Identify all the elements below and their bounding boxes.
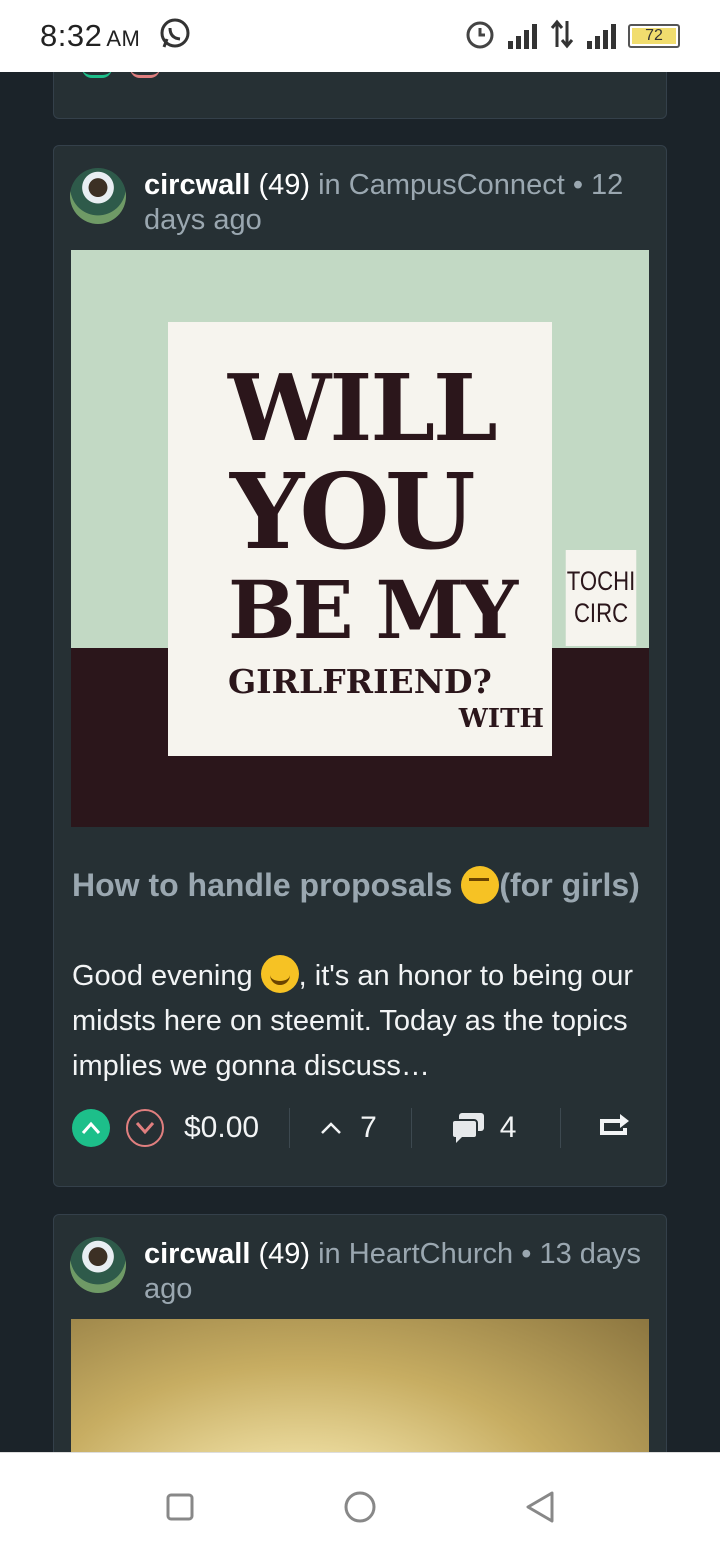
poster-line: BE MY [228,563,518,657]
clock-ampm: AM [106,26,141,51]
reblog-icon [600,1114,630,1135]
community-prefix: in [318,169,341,201]
thinking-face-icon [461,866,500,904]
navigation-bar [0,1452,720,1560]
vote-count: 7 [360,1111,377,1144]
poster-tag: TOCHI CIRC [565,550,637,646]
chevron-up-icon [81,1121,101,1134]
chevron-down-icon [135,1122,155,1135]
circle-icon [344,1491,376,1523]
recent-apps-button[interactable] [162,1489,198,1525]
post-header: circwall (49) in CampusConnect • 12 days… [70,168,650,238]
poster-line: WITH [458,704,544,734]
divider [289,1108,291,1148]
post-card-previous[interactable] [53,72,667,119]
post-card[interactable]: circwall (49) in CampusConnect • 12 days… [53,145,667,1187]
status-time: 8:32 AM [40,18,140,54]
divider [560,1108,562,1148]
poster-tag-line: CIRC [573,598,629,628]
community-link[interactable]: HeartChurch [349,1238,513,1270]
chevron-up-icon [321,1122,341,1134]
post-actions: $0.00 7 4 [72,1106,652,1150]
post-title[interactable]: How to handle proposals (for girls) [72,864,652,907]
post-thumbnail[interactable]: WILL YOU BE MY GIRLFRIEND? WITH TOCHI CI… [71,250,649,827]
upvote-icon[interactable] [82,72,112,78]
hplus-signal-icon [587,23,616,49]
downvote-button[interactable] [126,1109,164,1147]
feed[interactable]: circwall (49) in CampusConnect • 12 days… [0,72,720,1452]
meta-separator: • [521,1238,532,1270]
comments-button[interactable]: 4 [450,1111,517,1145]
payout-amount[interactable]: $0.00 [184,1111,259,1145]
poster-tag-line: TOCHI [566,566,636,596]
downvote-icon[interactable] [130,72,160,78]
divider [410,1108,412,1148]
square-icon [166,1493,194,1521]
data-transfer-icon [549,19,575,54]
back-triangle-icon [526,1491,554,1523]
poster-line: YOU [230,450,476,573]
poster-card: WILL YOU BE MY GIRLFRIEND? WITH [168,322,552,756]
community-link[interactable]: CampusConnect [349,169,565,201]
upvote-button[interactable] [72,1109,110,1147]
post-title-text: How to handle proposals [72,867,462,903]
home-button[interactable] [342,1489,378,1525]
post-meta: circwall (49) in HeartChurch • 13 days a… [144,1237,650,1307]
reblog-button[interactable] [599,1111,633,1145]
post-meta: circwall (49) in CampusConnect • 12 days… [144,168,650,238]
status-bar: 8:32 AM 72 [0,0,720,72]
alarm-icon [464,18,496,55]
community-prefix: in [318,1238,341,1270]
post-excerpt-text: Good evening [72,960,261,992]
post-header: circwall (49) in HeartChurch • 13 days a… [70,1237,650,1307]
comment-count: 4 [499,1111,517,1144]
back-button[interactable] [522,1489,558,1525]
post-thumbnail[interactable] [71,1319,649,1452]
post-title-text: (for girls) [499,867,640,903]
author-reputation: (49) [258,1238,311,1270]
vote-count-button[interactable]: 7 [320,1111,377,1145]
poster-line: GIRLFRIEND? [228,662,492,701]
whatsapp-icon [158,17,192,56]
post-excerpt[interactable]: Good evening , it's an honor to being ou… [72,954,652,1089]
poster-line: WILL [228,354,498,462]
author-name[interactable]: circwall [144,169,250,201]
author-reputation: (49) [258,169,311,201]
author-avatar[interactable] [70,1237,126,1293]
comment-icon [450,1113,484,1143]
author-name[interactable]: circwall [144,1238,250,1270]
battery-icon: 72 [628,24,680,48]
battery-level: 72 [632,27,676,44]
post-card[interactable]: circwall (49) in HeartChurch • 13 days a… [53,1214,667,1452]
author-avatar[interactable] [70,168,126,224]
meta-separator: • [572,169,583,201]
clock-time: 8:32 [40,18,103,53]
smiling-face-icon [260,955,299,993]
signal-icon [508,23,537,49]
